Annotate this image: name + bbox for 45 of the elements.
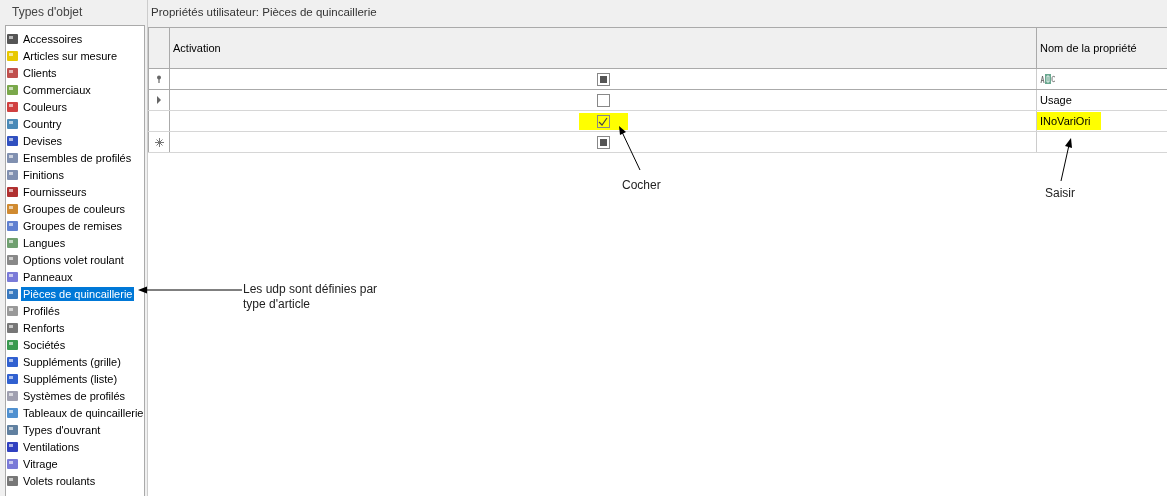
annotation-text: Cocher (622, 178, 661, 193)
property-name[interactable]: Usage (1037, 91, 1082, 109)
sidebar-item[interactable]: Systèmes de profilés (21, 388, 128, 403)
sidebar-item[interactable]: Devises (21, 133, 65, 148)
sidebar-item[interactable]: Tableaux de quincaillerie (21, 405, 146, 420)
activation-checkbox[interactable] (596, 72, 610, 86)
sidebar-item[interactable]: Langues (21, 235, 68, 250)
new-row-icon (154, 137, 164, 147)
sidebar-item[interactable]: Articles sur mesure (21, 48, 120, 63)
activation-checkbox[interactable] (596, 93, 610, 107)
sidebar-item[interactable]: Suppléments (grille) (21, 354, 123, 369)
sidebar-item[interactable]: Accessoires (21, 31, 85, 46)
annotation-arrow (618, 126, 642, 171)
sidebar-item[interactable]: Options volet roulant (21, 252, 126, 267)
sidebar-item[interactable]: Couleurs (21, 99, 70, 114)
sidebar-item[interactable]: Volets roulants (21, 473, 98, 488)
sidebar-item[interactable]: Vitrage (21, 456, 60, 471)
filter-icon (156, 75, 162, 83)
sidebar-item[interactable]: Finitions (21, 167, 66, 182)
sidebar-item[interactable]: Profilés (21, 303, 62, 318)
sidebar-item[interactable]: Country (21, 116, 64, 131)
sidebar-item[interactable]: Groupes de couleurs (21, 201, 128, 216)
activation-checkbox[interactable] (596, 135, 610, 149)
sidebar-title: Types d'objet (11, 4, 84, 21)
sidebar-item[interactable]: Pièces de quincaillerie (21, 286, 135, 301)
sidebar-item[interactable]: Panneaux (21, 269, 75, 284)
annotation-text: Saisir (1045, 186, 1075, 201)
annotation-text: Les udp sont définies par type d'article (243, 282, 379, 312)
text-filter-icon (1040, 74, 1056, 84)
sidebar-item[interactable]: Suppléments (liste) (21, 371, 120, 386)
column-header[interactable]: Activation (170, 28, 1036, 68)
sidebar-item[interactable]: Renforts (21, 320, 67, 335)
sidebar-item[interactable]: Fournisseurs (21, 184, 89, 199)
sidebar-item[interactable]: Groupes de remises (21, 218, 125, 233)
sidebar-item[interactable]: Clients (21, 65, 59, 80)
sidebar-item[interactable]: Ventilations (21, 439, 82, 454)
sidebar-item[interactable]: Ensembles de profilés (21, 150, 134, 165)
sidebar-item[interactable]: Sociétés (21, 337, 68, 352)
activation-checkbox[interactable] (596, 114, 610, 128)
sidebar-item[interactable]: Commerciaux (21, 82, 93, 97)
panel-title: Propriétés utilisateur: Pièces de quincaillerie (148, 0, 1167, 28)
annotation-arrow (1058, 138, 1074, 182)
sidebar-item[interactable]: Types d'ouvrant (21, 422, 103, 437)
column-header[interactable]: Nom de la propriété (1036, 28, 1167, 68)
property-name[interactable]: INoVariOri (1037, 112, 1101, 130)
